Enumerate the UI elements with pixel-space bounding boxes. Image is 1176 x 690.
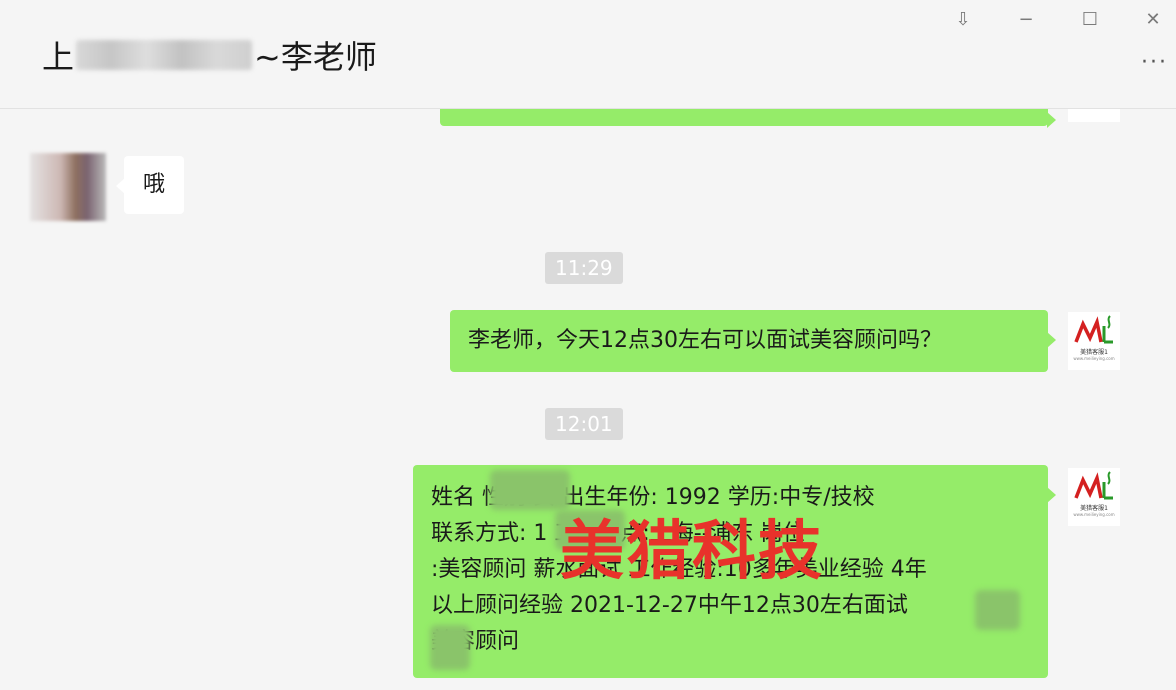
minimize-icon[interactable]: − (1011, 4, 1041, 34)
redaction-mosaic (430, 625, 470, 670)
redacted-name (76, 40, 253, 70)
message-bubble-sent[interactable]: 李老师，今天12点30左右可以面试美容顾问吗？ (450, 310, 1056, 372)
self-avatar[interactable]: 美猎客服1 www.meilieying.com (1068, 468, 1120, 526)
message-text: 李老师，今天12点30左右可以面试美容顾问吗？ (468, 328, 942, 353)
logo-site: www.meilieying.com (1073, 356, 1115, 361)
pin-icon[interactable]: ⇩ (948, 4, 978, 34)
timestamp: 12:01 (545, 408, 623, 440)
chat-title-prefix: 上 (42, 38, 75, 76)
close-icon[interactable]: ✕ (1138, 4, 1168, 34)
self-avatar[interactable]: 美猎客服1 www.meilieying.com (1068, 312, 1120, 370)
logo-brand: 美猎客服1 (1080, 349, 1108, 356)
message-line: 美容顾问 (431, 629, 520, 654)
maximize-icon[interactable]: ☐ (1075, 4, 1105, 34)
message-text: 哦 (142, 172, 165, 197)
redaction-mosaic (975, 590, 1020, 630)
chat-header: 上 ~李老师 ⇩ − ☐ ✕ ··· (0, 0, 1176, 109)
message-line: 以上顾问经验 2021-12-27中午12点30左右面试 (431, 593, 908, 618)
redaction-mosaic (490, 470, 570, 510)
timestamp: 11:29 (545, 252, 623, 284)
contact-avatar[interactable] (30, 153, 106, 221)
watermark-text: 美猎科技 (560, 515, 824, 589)
logo-icon (1074, 471, 1113, 500)
chat-title-suffix: ~李老师 (254, 38, 377, 76)
logo-site: www.meilieying.com (1073, 512, 1115, 517)
logo-brand: 美猎客服1 (1080, 505, 1108, 512)
message-bubble-received[interactable]: 哦 (116, 156, 184, 214)
more-options-icon[interactable]: ··· (1141, 50, 1168, 75)
logo-icon (1074, 315, 1113, 344)
chat-title: 上 ~李老师 (42, 32, 377, 78)
